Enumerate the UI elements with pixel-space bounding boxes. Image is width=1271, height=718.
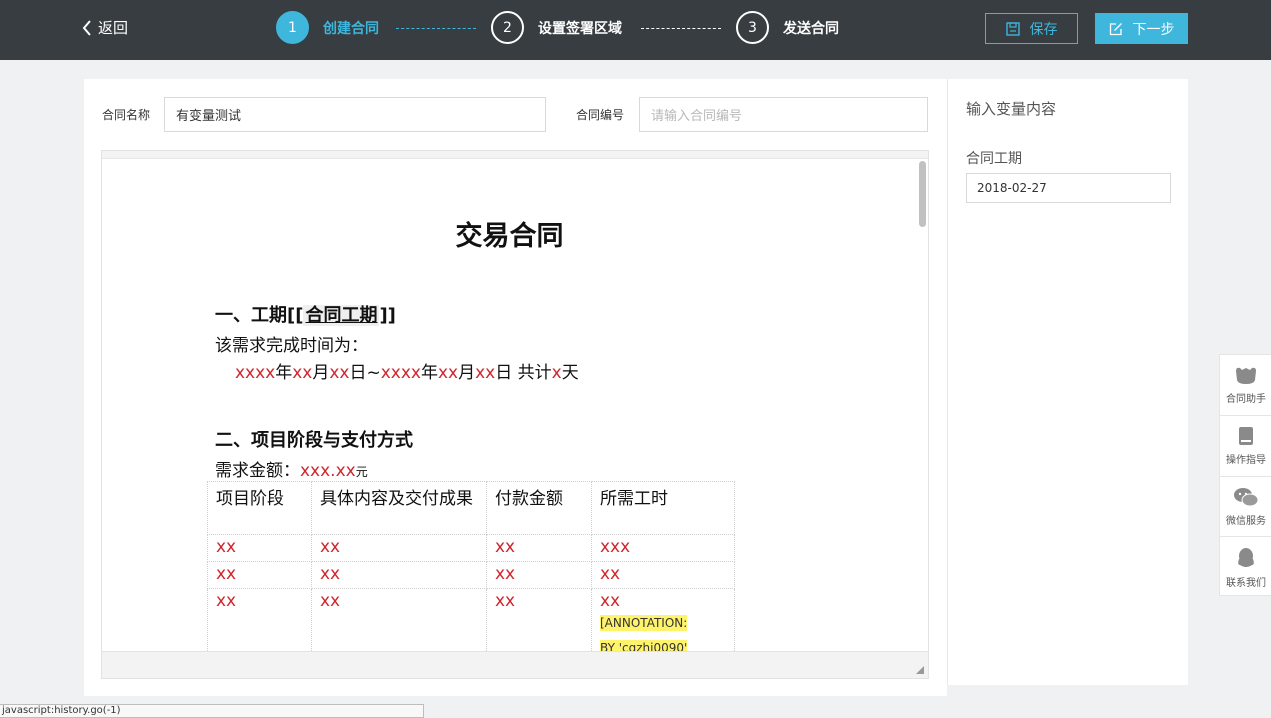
variable-token: xxxx: [380, 363, 421, 383]
document-title: 交易合同: [455, 221, 564, 252]
wechat-service-button[interactable]: 微信服务: [1220, 477, 1271, 537]
text-token: 天: [561, 363, 579, 383]
text-token: 月: [312, 363, 330, 383]
amount-label: 需求金额：: [215, 461, 300, 481]
step-label: 创建合同: [323, 20, 379, 37]
table-cell-value: xx: [600, 591, 621, 611]
contract-name-input[interactable]: 有变量测试: [164, 97, 546, 132]
variable-token: xxxx: [235, 363, 276, 383]
variable-panel-title: 输入变量内容: [966, 100, 1057, 118]
next-step-button[interactable]: 下一步: [1095, 13, 1188, 44]
step-set-signing-area: 2 设置签署区域: [491, 11, 622, 44]
table-cell: xx: [591, 561, 735, 589]
heading-prefix: 一、工期[[: [215, 305, 304, 326]
step-number: 1: [276, 11, 309, 44]
section-heading-stages: 二、项目阶段与支付方式: [215, 430, 413, 451]
step-label: 发送合同: [783, 20, 839, 37]
save-icon: [1005, 21, 1020, 36]
contract-form-card: 合同名称 有变量测试 合同编号 请输入合同编号 交易合同 一、工期[[合同工期]…: [84, 79, 947, 696]
table-cell-with-annotation: xx [ANNOTATION: BY 'cgzhi0090': [591, 588, 735, 652]
back-button[interactable]: 返回: [82, 17, 128, 38]
qq-icon: [1238, 548, 1254, 567]
table-row: xx xx xx xx [ANNOTATION: BY 'cgzhi0090': [207, 588, 735, 652]
tool-label: 合同助手: [1226, 394, 1266, 405]
table-cell: xx: [311, 561, 487, 589]
table-cell: xx: [486, 534, 592, 562]
variable-token: xx: [329, 363, 350, 383]
table-cell: xx: [311, 534, 487, 562]
text-token: 日 共计: [495, 363, 552, 383]
variable-token: x: [551, 363, 562, 383]
assistant-icon: [1236, 367, 1256, 384]
tool-label: 微信服务: [1226, 516, 1266, 527]
step-send-contract: 3 发送合同: [736, 11, 839, 44]
browser-status-bar: javascript:history.go(-1): [0, 704, 424, 718]
step-label: 设置签署区域: [538, 20, 622, 37]
contract-name-label: 合同名称: [102, 108, 151, 122]
text-token: 日~: [349, 363, 381, 383]
table-cell: xx: [486, 588, 592, 652]
variable-token: xx: [475, 363, 496, 383]
table-row: xx xx xx xx: [207, 561, 735, 589]
text-token: 年: [421, 363, 438, 383]
resize-handle-icon[interactable]: [916, 666, 924, 674]
amount-unit: 元: [355, 465, 368, 479]
table-cell: xx: [207, 534, 312, 562]
stages-table: 项目阶段 具体内容及交付成果 付款金额 所需工时 xx xx xx xxx xx…: [207, 481, 735, 652]
step-connector: [641, 28, 721, 29]
wechat-icon: [1234, 488, 1259, 507]
edit-icon: [1109, 22, 1122, 35]
variable-token: xx: [292, 363, 313, 383]
top-navigation-bar: 返回 1 创建合同 2 设置签署区域 3 发送合同 保存 下一步: [0, 0, 1271, 60]
contract-editor[interactable]: 交易合同 一、工期[[合同工期]] 该需求完成时间为： xxxx年xx月xx日~…: [101, 150, 929, 679]
book-icon: [1239, 427, 1253, 445]
variable-field-label: 合同工期: [966, 151, 1022, 167]
editor-scrollbar[interactable]: [919, 161, 926, 227]
table-row: xx xx xx xxx: [207, 534, 735, 562]
table-cell: xx: [207, 561, 312, 589]
text-token: 年: [275, 363, 293, 383]
table-cell: xx: [311, 588, 487, 652]
contact-us-button[interactable]: 联系我们: [1220, 537, 1271, 597]
duration-date-line: xxxx年xx月xx日~xxxx年xx月xx日 共计x天: [235, 358, 579, 383]
tool-label: 操作指导: [1226, 455, 1266, 466]
step-number: 3: [736, 11, 769, 44]
contract-number-input[interactable]: 请输入合同编号: [639, 97, 928, 132]
step-number: 2: [491, 11, 524, 44]
contract-duration-input[interactable]: 2018-02-27: [966, 173, 1171, 203]
variable-panel: 输入变量内容 合同工期 2018-02-27: [947, 79, 1188, 685]
editor-toolbar: [102, 151, 928, 159]
operation-guide-button[interactable]: 操作指导: [1220, 416, 1271, 476]
tool-label: 联系我们: [1226, 578, 1266, 589]
text-token: 月: [458, 363, 476, 383]
variable-token: xx: [438, 363, 459, 383]
amount-line: 需求金额：xxx.xx元: [215, 456, 368, 481]
save-button[interactable]: 保存: [985, 13, 1078, 44]
contract-number-label: 合同编号: [576, 108, 625, 122]
variable-placeholder[interactable]: 合同工期: [303, 305, 380, 326]
table-header: 所需工时: [591, 481, 735, 535]
step-connector: [396, 28, 476, 29]
table-header-row: 项目阶段 具体内容及交付成果 付款金额 所需工时: [207, 481, 735, 535]
next-step-label: 下一步: [1132, 21, 1175, 38]
table-header: 项目阶段: [207, 481, 312, 535]
document-body[interactable]: 交易合同 一、工期[[合同工期]] 该需求完成时间为： xxxx年xx月xx日~…: [102, 159, 917, 652]
amount-value: xxx.xx: [300, 461, 356, 481]
section-heading-duration: 一、工期[[合同工期]]: [215, 301, 396, 327]
table-cell: xxx: [591, 534, 735, 562]
annotation-line: [ANNOTATION:: [600, 615, 688, 631]
table-cell: xx: [486, 561, 592, 589]
save-label: 保存: [1029, 21, 1058, 38]
table-header: 付款金额: [486, 481, 592, 535]
table-cell: xx: [207, 588, 312, 652]
step-create-contract: 1 创建合同: [276, 11, 379, 44]
table-header: 具体内容及交付成果: [311, 481, 487, 535]
back-label: 返回: [98, 19, 129, 37]
editor-statusbar: [102, 651, 928, 678]
heading-suffix: ]]: [379, 305, 396, 326]
chevron-left-icon: [82, 19, 91, 36]
duration-text: 该需求完成时间为：: [215, 336, 368, 356]
contract-assistant-button[interactable]: 合同助手: [1220, 355, 1271, 415]
floating-toolbar: 合同助手 操作指导 微信服务 联系我们: [1219, 354, 1271, 596]
